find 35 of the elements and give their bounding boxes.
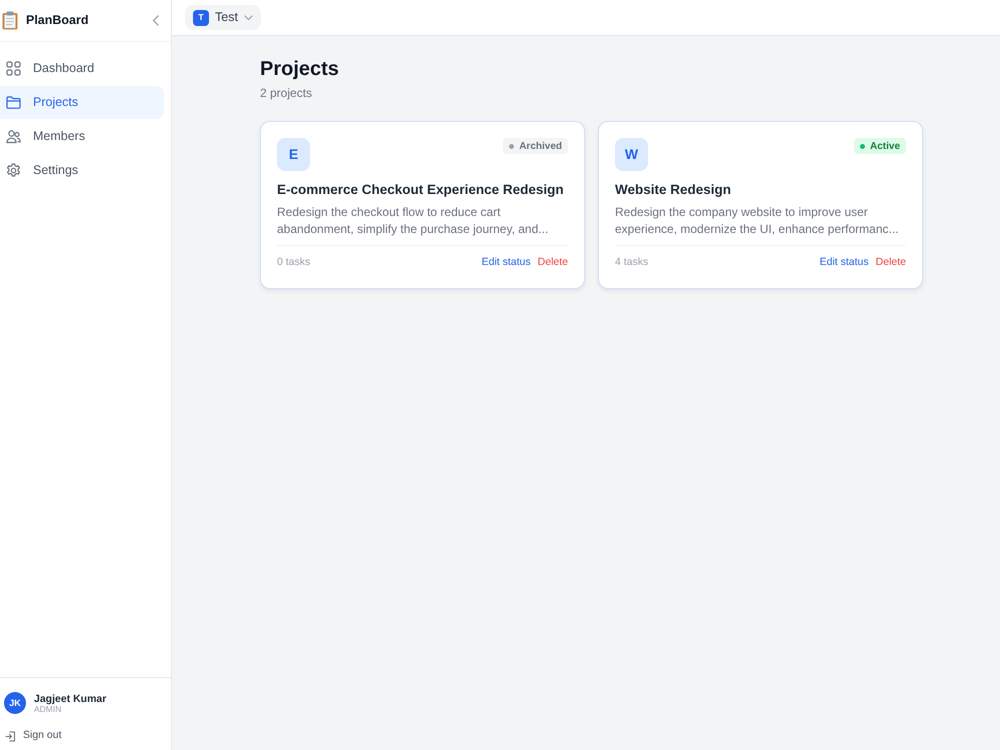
settings-icon (6, 163, 21, 178)
users-icon (6, 129, 21, 144)
collapse-sidebar-button[interactable] (150, 13, 161, 28)
delete-link[interactable]: Delete (538, 255, 568, 271)
grid-icon (6, 61, 21, 76)
sign-out-button[interactable]: Sign out (4, 728, 62, 744)
task-count: 0 tasks (277, 255, 310, 270)
project-avatar: E (277, 138, 310, 171)
project-count: 2 projects (260, 85, 314, 102)
page-title: Projects (260, 57, 340, 81)
sidebar-item[interactable]: Projects (0, 86, 164, 119)
sidebar-item[interactable]: Members (0, 120, 164, 153)
sidebar-item[interactable]: Settings (0, 154, 164, 187)
project-title: E-commerce Checkout Experience Redesign (277, 182, 565, 198)
workspace-avatar: T (193, 10, 209, 26)
user-name: Jagjeet Kumar (34, 692, 106, 705)
app-name: PlanBoard (26, 12, 89, 30)
user-avatar: JK (4, 692, 26, 714)
project-title: Website Redesign (615, 182, 732, 198)
task-count: 4 tasks (615, 255, 648, 270)
folder-icon (6, 95, 21, 110)
user-role: ADMIN (34, 704, 62, 714)
edit-status-link[interactable]: Edit status (482, 255, 531, 271)
sign-out-icon (5, 730, 16, 742)
delete-link[interactable]: Delete (876, 255, 906, 271)
status-badge: Active (854, 138, 906, 154)
chevron-down-icon (244, 14, 253, 20)
chevron-left-icon (152, 15, 159, 26)
edit-status-link[interactable]: Edit status (820, 255, 869, 271)
status-badge: Archived (503, 138, 568, 154)
workspace-switcher[interactable]: T Test (185, 5, 261, 30)
project-avatar: W (615, 138, 648, 171)
project-description: Redesign the checkout flow to reduce cart abandonment, simplify the purchase journey, and... (277, 204, 550, 238)
project-description: Redesign the company website to improve user experience, modernize the UI, enhance performanc... (615, 204, 900, 238)
sidebar-item[interactable]: Dashboard (0, 52, 164, 85)
